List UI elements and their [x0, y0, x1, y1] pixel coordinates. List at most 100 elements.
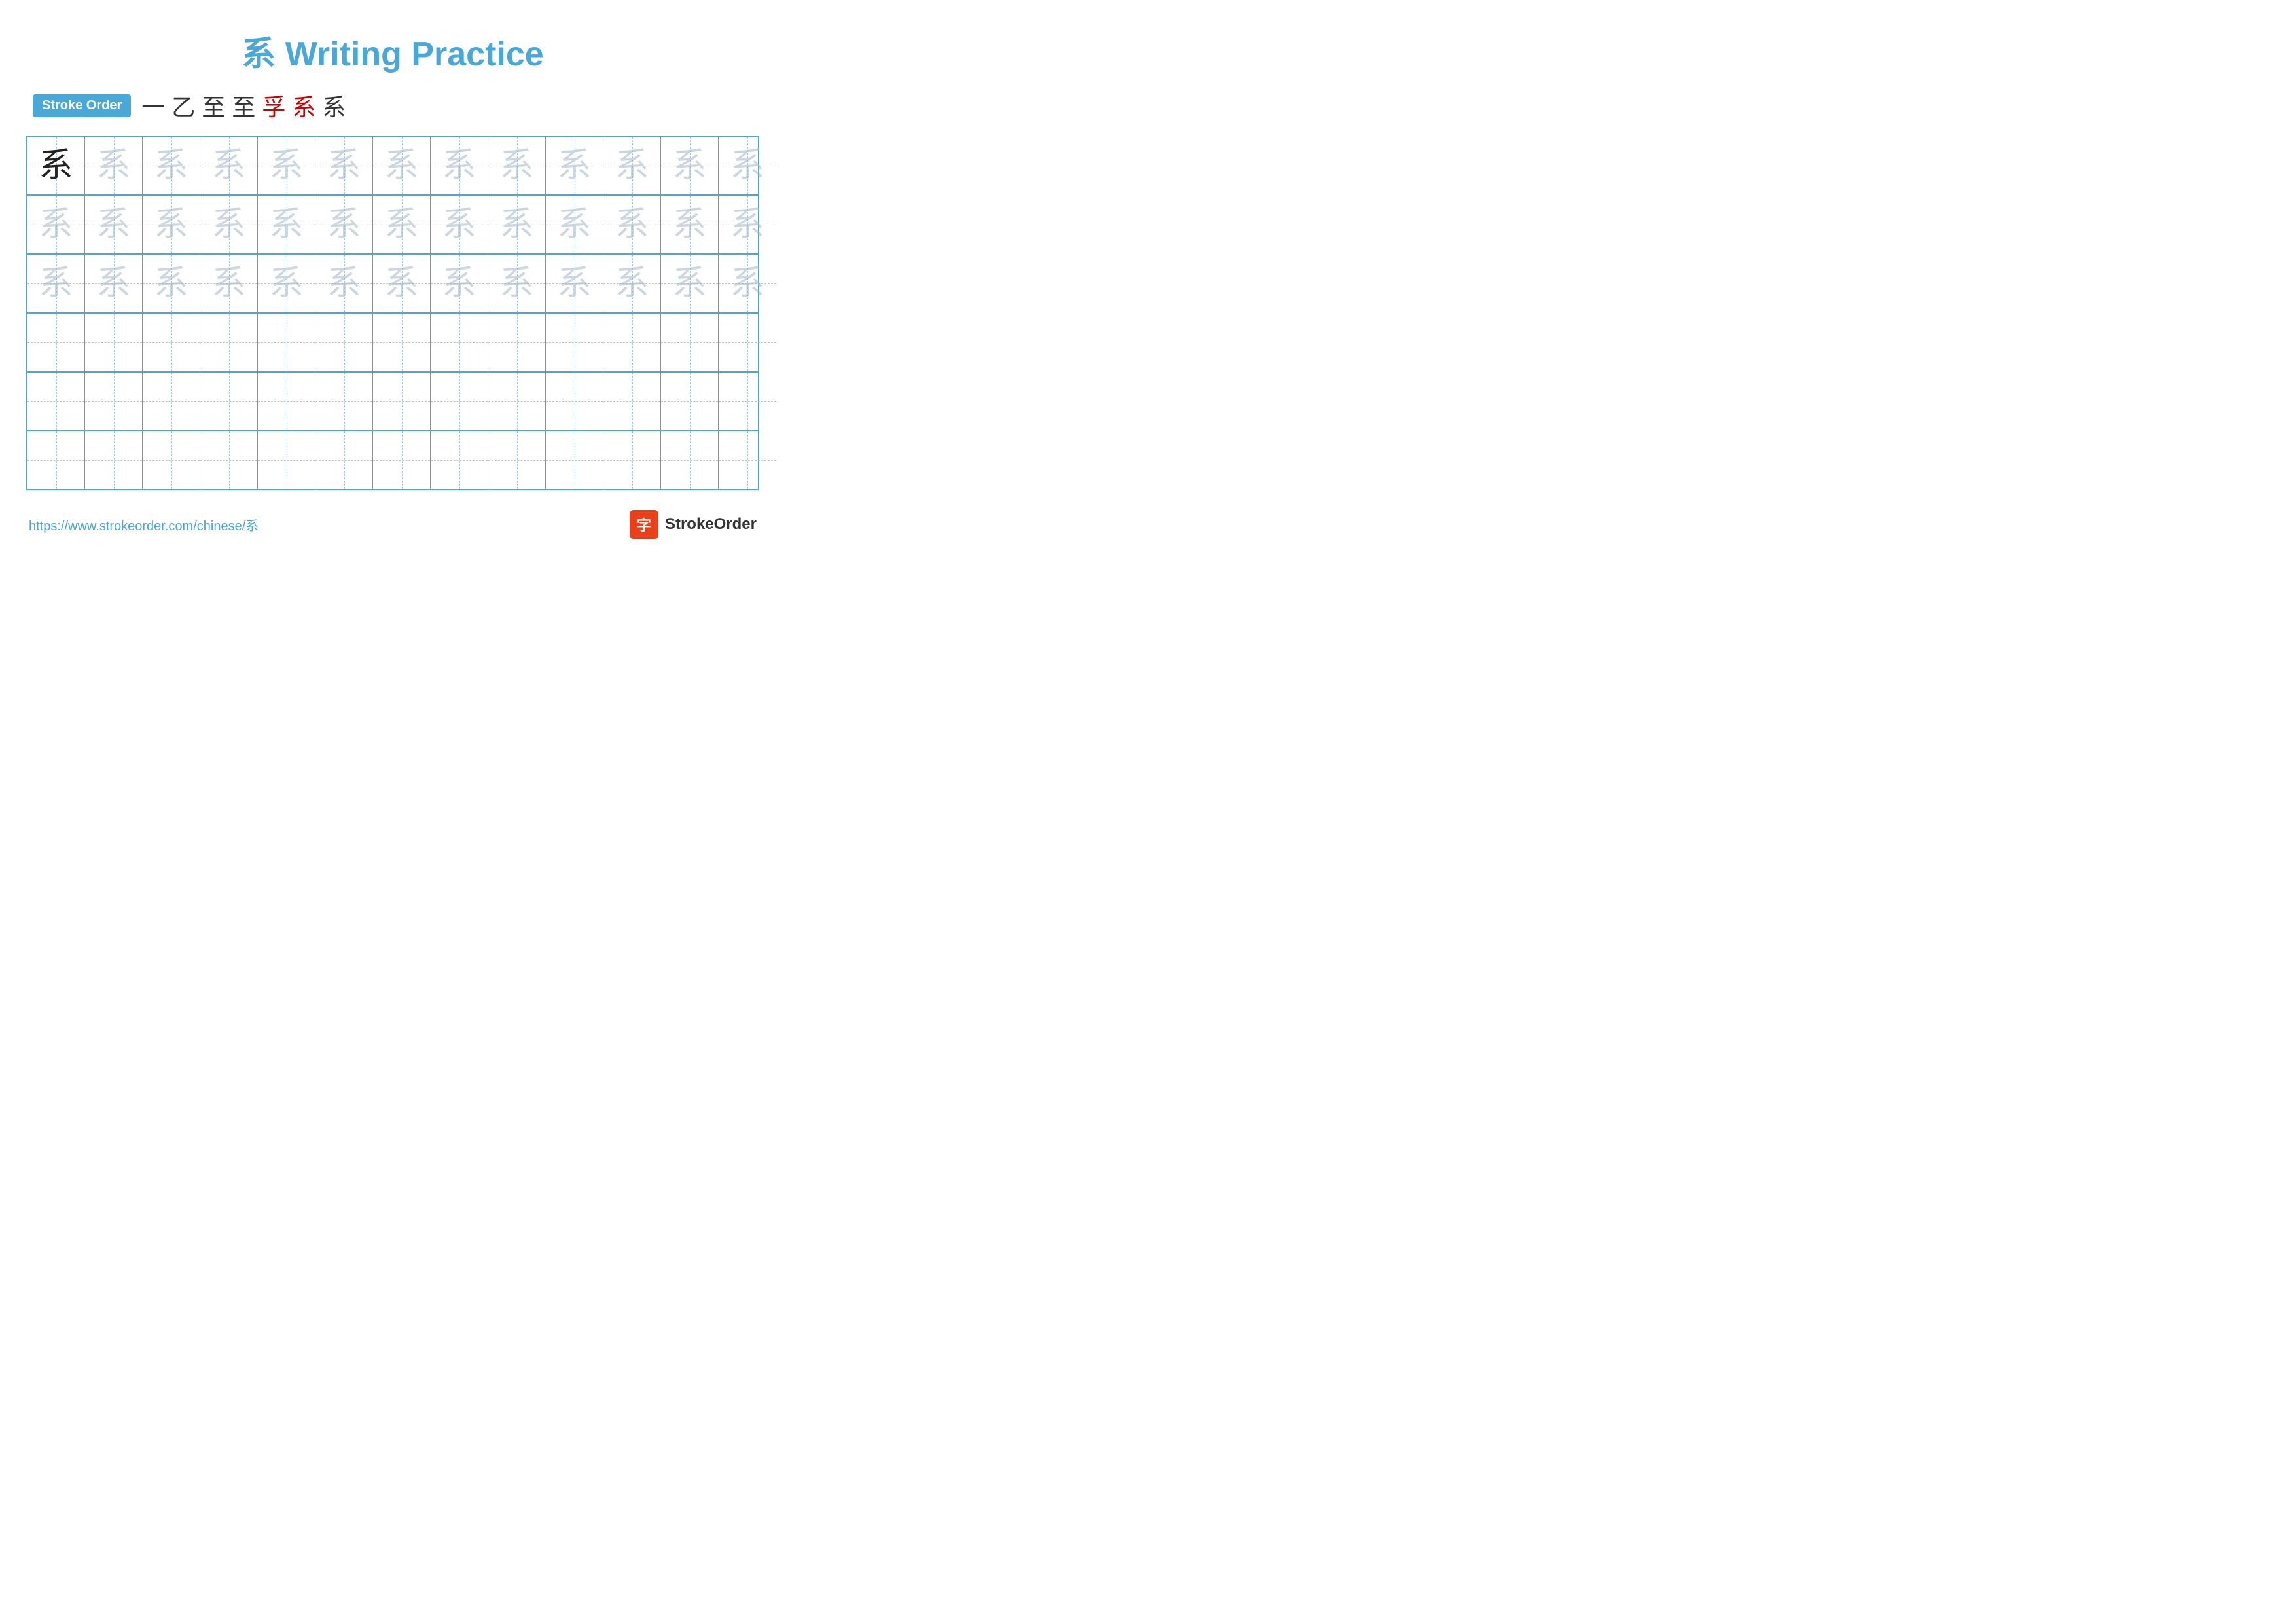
grid-cell[interactable]: 系	[431, 196, 488, 253]
grid-cell[interactable]	[85, 314, 143, 371]
grid-cell[interactable]	[431, 373, 488, 430]
grid-row-4[interactable]	[27, 373, 758, 431]
grid-cell[interactable]	[200, 431, 258, 489]
grid-cell[interactable]	[27, 431, 85, 489]
cell-character: 系	[39, 266, 73, 301]
grid-cell[interactable]: 系	[546, 196, 603, 253]
grid-cell[interactable]: 系	[488, 255, 546, 312]
cell-character: 系	[39, 208, 73, 242]
grid-cell[interactable]: 系	[488, 137, 546, 194]
cell-character: 系	[730, 266, 764, 301]
cell-character: 系	[96, 266, 130, 301]
stroke-2: 乙	[171, 88, 195, 122]
grid-cell[interactable]	[85, 431, 143, 489]
grid-cell[interactable]: 系	[27, 255, 85, 312]
grid-cell[interactable]	[661, 431, 719, 489]
grid-cell[interactable]: 系	[315, 137, 373, 194]
grid-cell[interactable]: 系	[373, 255, 431, 312]
grid-cell[interactable]: 系	[546, 255, 603, 312]
grid-cell[interactable]	[315, 373, 373, 430]
cell-character: 系	[211, 149, 245, 183]
grid-cell[interactable]: 系	[373, 137, 431, 194]
cell-character: 系	[499, 266, 533, 301]
grid-cell[interactable]	[488, 431, 546, 489]
grid-cell[interactable]	[603, 314, 661, 371]
cell-character: 系	[211, 208, 245, 242]
grid-cell[interactable]: 系	[488, 196, 546, 253]
grid-cell[interactable]: 系	[143, 137, 200, 194]
cell-character: 系	[384, 266, 418, 301]
grid-cell[interactable]: 系	[719, 196, 776, 253]
grid-cell[interactable]: 系	[27, 137, 85, 194]
grid-cell[interactable]: 系	[85, 137, 143, 194]
practice-grid: 系系系系系系系系系系系系系系系系系系系系系系系系系系系系系系系系系系系系系系系	[26, 136, 759, 490]
grid-cell[interactable]	[27, 314, 85, 371]
grid-cell[interactable]	[373, 431, 431, 489]
grid-cell[interactable]	[143, 431, 200, 489]
grid-cell[interactable]: 系	[27, 196, 85, 253]
grid-cell[interactable]: 系	[661, 196, 719, 253]
grid-cell[interactable]: 系	[719, 255, 776, 312]
stroke-sequence: 一 乙 至 至 孚 系 系	[141, 88, 346, 122]
grid-cell[interactable]	[258, 373, 315, 430]
grid-cell[interactable]	[27, 373, 85, 430]
cell-character: 系	[557, 208, 591, 242]
grid-cell[interactable]	[373, 314, 431, 371]
grid-cell[interactable]	[200, 373, 258, 430]
grid-cell[interactable]: 系	[431, 137, 488, 194]
grid-cell[interactable]: 系	[200, 255, 258, 312]
cell-character: 系	[96, 208, 130, 242]
grid-cell[interactable]: 系	[719, 137, 776, 194]
cell-character: 系	[442, 266, 476, 301]
grid-cell[interactable]	[546, 431, 603, 489]
grid-cell[interactable]	[315, 314, 373, 371]
grid-row-2[interactable]: 系系系系系系系系系系系系系	[27, 255, 758, 314]
grid-cell[interactable]: 系	[431, 255, 488, 312]
grid-cell[interactable]: 系	[143, 196, 200, 253]
grid-cell[interactable]: 系	[85, 255, 143, 312]
grid-cell[interactable]: 系	[315, 255, 373, 312]
grid-cell[interactable]: 系	[200, 137, 258, 194]
grid-cell[interactable]: 系	[258, 196, 315, 253]
grid-cell[interactable]	[315, 431, 373, 489]
grid-cell[interactable]: 系	[258, 255, 315, 312]
grid-cell[interactable]	[719, 431, 776, 489]
grid-cell[interactable]	[431, 314, 488, 371]
grid-row-3[interactable]	[27, 314, 758, 373]
grid-cell[interactable]: 系	[85, 196, 143, 253]
grid-cell[interactable]	[661, 373, 719, 430]
grid-cell[interactable]: 系	[315, 196, 373, 253]
grid-cell[interactable]: 系	[373, 196, 431, 253]
grid-cell[interactable]	[603, 431, 661, 489]
grid-cell[interactable]: 系	[661, 137, 719, 194]
cell-character: 系	[384, 149, 418, 183]
grid-cell[interactable]: 系	[546, 137, 603, 194]
grid-cell[interactable]	[431, 431, 488, 489]
grid-cell[interactable]	[488, 373, 546, 430]
grid-cell[interactable]	[85, 373, 143, 430]
grid-cell[interactable]: 系	[603, 196, 661, 253]
grid-cell[interactable]: 系	[661, 255, 719, 312]
grid-cell[interactable]	[143, 314, 200, 371]
grid-cell[interactable]: 系	[603, 255, 661, 312]
grid-cell[interactable]	[603, 373, 661, 430]
grid-cell[interactable]: 系	[258, 137, 315, 194]
grid-cell[interactable]	[200, 314, 258, 371]
grid-row-1[interactable]: 系系系系系系系系系系系系系	[27, 196, 758, 255]
grid-cell[interactable]	[661, 314, 719, 371]
grid-cell[interactable]	[546, 373, 603, 430]
grid-cell[interactable]	[373, 373, 431, 430]
grid-cell[interactable]	[258, 314, 315, 371]
grid-cell[interactable]: 系	[200, 196, 258, 253]
grid-cell[interactable]	[258, 431, 315, 489]
grid-cell[interactable]	[719, 373, 776, 430]
grid-row-0[interactable]: 系系系系系系系系系系系系系	[27, 137, 758, 196]
stroke-3: 至	[202, 88, 225, 122]
grid-row-5[interactable]	[27, 431, 758, 489]
grid-cell[interactable]	[143, 373, 200, 430]
grid-cell[interactable]: 系	[603, 137, 661, 194]
grid-cell[interactable]	[719, 314, 776, 371]
grid-cell[interactable]	[546, 314, 603, 371]
grid-cell[interactable]: 系	[143, 255, 200, 312]
grid-cell[interactable]	[488, 314, 546, 371]
